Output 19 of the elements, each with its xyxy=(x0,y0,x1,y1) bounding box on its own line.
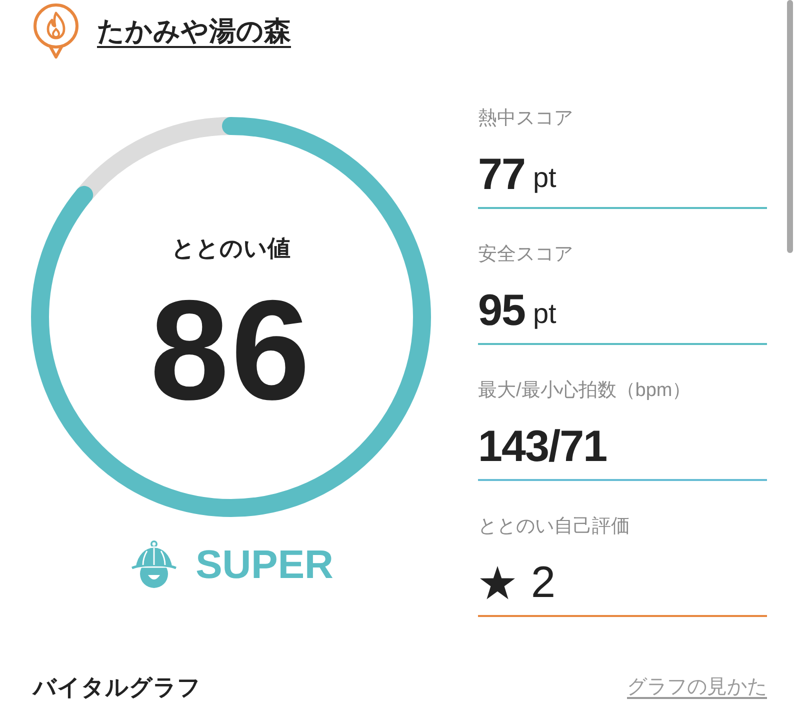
metric-label: 安全スコア xyxy=(478,243,574,267)
scrollbar-thumb[interactable] xyxy=(787,0,793,253)
gauge-value: 86 xyxy=(150,281,312,421)
metric-label: 最大/最小心拍数（bpm） xyxy=(478,379,692,403)
metric-label: ととのい自己評価 xyxy=(478,515,631,539)
section-title: バイタルグラフ xyxy=(33,673,201,701)
rating-value: 2 xyxy=(531,558,554,608)
metric-label: 熱中スコア xyxy=(478,107,574,131)
rank-label: SUPER xyxy=(196,542,334,588)
metric-value: 143/71 xyxy=(478,422,607,472)
metric-unit: pt xyxy=(532,297,556,331)
star-icon xyxy=(480,566,515,600)
metric-value: 77 xyxy=(478,150,525,200)
metric-value: 95 xyxy=(478,286,525,336)
gauge-label: ととのい値 xyxy=(172,234,290,263)
metric-unit: pt xyxy=(532,161,556,195)
flame-pin-icon xyxy=(32,3,80,59)
hat-face-icon xyxy=(128,540,179,590)
venue-link[interactable]: たかみや湯の森 xyxy=(97,14,291,48)
